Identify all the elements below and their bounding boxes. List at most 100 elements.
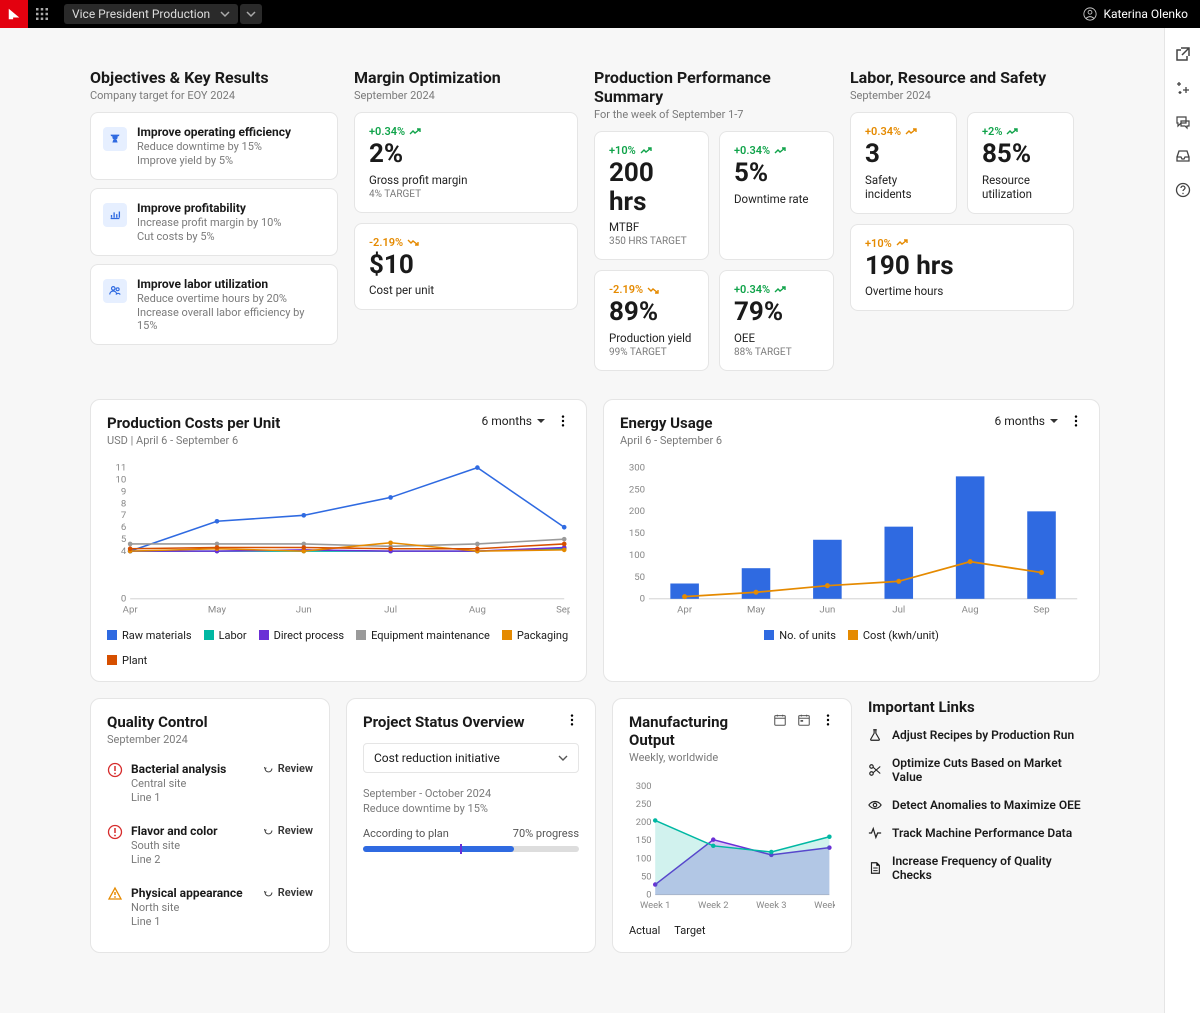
- kpi-target: 99% TARGET: [609, 347, 694, 358]
- qc-item-title: Flavor and color: [131, 824, 255, 838]
- role-label: Vice President Production: [72, 7, 210, 21]
- kpi-value: 5%: [734, 159, 819, 188]
- people-icon: [103, 279, 127, 303]
- costs-chart: 04567891011AprMayJunJulAugSep: [107, 459, 570, 619]
- trend-up-icon: [896, 239, 908, 247]
- kpi-target: 350 HRS TARGET: [609, 236, 694, 247]
- svg-text:Week 4: Week 4: [814, 900, 835, 911]
- okr-card[interactable]: Improve labor utilizationReduce overtime…: [90, 264, 338, 345]
- kpi-card: +0.34% 2% Gross profit margin 4% TARGET: [354, 112, 578, 213]
- energy-range-selector[interactable]: 6 months: [995, 414, 1059, 428]
- warning-icon: [107, 886, 123, 902]
- trend-up-icon: [1006, 128, 1018, 136]
- kpi-label: Resource utilization: [982, 173, 1059, 201]
- more-options-icon[interactable]: [821, 713, 835, 727]
- link-item[interactable]: Detect Anomalies to Maximize OEE: [868, 798, 1088, 812]
- link-label: Track Machine Performance Data: [892, 826, 1072, 840]
- kpi-delta: +0.34%: [369, 125, 563, 138]
- qc-item: Physical appearanceNorth siteLine 1 Revi…: [107, 876, 313, 938]
- energy-sub: April 6 - September 6: [620, 434, 995, 447]
- review-button[interactable]: Review: [263, 762, 313, 775]
- caret-down-icon: [536, 416, 546, 426]
- chevron-down-icon: [558, 753, 568, 763]
- kpi-card: +10% 190 hrs Overtime hours: [850, 224, 1074, 312]
- app-launcher-button[interactable]: [28, 0, 56, 28]
- kpi-delta: -2.19%: [609, 283, 694, 296]
- more-options-icon[interactable]: [1069, 414, 1083, 428]
- inbox-icon[interactable]: [1175, 148, 1191, 164]
- svg-text:100: 100: [629, 550, 645, 561]
- calendar-icon[interactable]: [773, 713, 787, 727]
- kpi-value: 200 hrs: [609, 159, 694, 216]
- energy-panel: Energy Usage April 6 - September 6 6 mon…: [603, 399, 1100, 682]
- kpi-card: +0.34% 79% OEE 88% TARGET: [719, 270, 834, 371]
- svg-text:Week 3: Week 3: [756, 900, 786, 911]
- kpi-value: 190 hrs: [865, 252, 1059, 281]
- costs-legend: Raw materialsLaborDirect processEquipmen…: [107, 629, 570, 667]
- kpi-card: -2.19% $10 Cost per unit: [354, 223, 578, 311]
- trend-up-icon: [640, 147, 652, 155]
- kpi-label: MTBF: [609, 220, 694, 234]
- role-secondary-button[interactable]: [240, 4, 262, 24]
- okr-item-title: Improve operating efficiency: [137, 125, 291, 139]
- review-button[interactable]: Review: [263, 824, 313, 837]
- perf-sub: For the week of September 1-7: [594, 108, 834, 121]
- help-icon[interactable]: [1175, 182, 1191, 198]
- logo-icon: [7, 7, 21, 21]
- kpi-label: OEE: [734, 331, 819, 345]
- calendar-range-icon[interactable]: [797, 713, 811, 727]
- kpi-card: +2% 85% Resource utilization: [967, 112, 1074, 214]
- qc-title: Quality Control: [107, 713, 313, 731]
- svg-text:Apr: Apr: [123, 604, 139, 615]
- project-select[interactable]: Cost reduction initiative: [363, 743, 579, 773]
- okr-card[interactable]: Improve profitabilityIncrease profit mar…: [90, 188, 338, 256]
- kpi-label: Overtime hours: [865, 284, 1059, 298]
- project-status-panel: Project Status Overview Cost reduction i…: [346, 698, 596, 953]
- okr-card[interactable]: Improve operating efficiencyReduce downt…: [90, 112, 338, 180]
- margin-sub: September 2024: [354, 89, 578, 102]
- qc-item-line: Line 1: [131, 791, 255, 804]
- trend-down-icon: [647, 286, 659, 294]
- margin-title: Margin Optimization: [354, 68, 578, 87]
- svg-text:Jun: Jun: [819, 604, 835, 615]
- link-item[interactable]: Track Machine Performance Data: [868, 826, 1088, 840]
- bottom-row: Quality Control September 2024 Bacterial…: [90, 698, 1100, 953]
- legend-item: Packaging: [502, 629, 568, 642]
- error-icon: [107, 824, 123, 840]
- okr-item-line: Increase overall labor efficiency by 15%: [137, 306, 325, 332]
- okr-item-title: Improve profitability: [137, 201, 281, 215]
- kpi-delta: +10%: [865, 237, 1059, 250]
- costs-range-selector[interactable]: 6 months: [482, 414, 546, 428]
- output-chart: 050100150200250300Week 1Week 2Week 3Week…: [629, 776, 835, 916]
- link-item[interactable]: Adjust Recipes by Production Run: [868, 728, 1088, 742]
- review-button[interactable]: Review: [263, 886, 313, 899]
- svg-text:11: 11: [115, 462, 126, 473]
- svg-text:8: 8: [121, 498, 126, 509]
- link-item[interactable]: Optimize Cuts Based on Market Value: [868, 756, 1088, 784]
- more-options-icon[interactable]: [556, 414, 570, 428]
- chat-icon[interactable]: [1175, 114, 1191, 130]
- app-logo[interactable]: [0, 0, 28, 28]
- qc-item: Bacterial analysisCentral siteLine 1 Rev…: [107, 752, 313, 814]
- legend-item: Labor: [204, 629, 247, 642]
- proj-meta-dates: September - October 2024: [363, 787, 579, 800]
- link-item[interactable]: Increase Frequency of Quality Checks: [868, 854, 1088, 882]
- role-selector[interactable]: Vice President Production: [64, 4, 238, 24]
- more-options-icon[interactable]: [565, 713, 579, 727]
- svg-text:300: 300: [629, 462, 645, 473]
- okr-sub: Company target for EOY 2024: [90, 89, 338, 102]
- kpi-value: 3: [865, 140, 942, 169]
- user-menu[interactable]: Katerina Olenko: [1083, 7, 1188, 21]
- sparkle-icon[interactable]: [1175, 80, 1191, 96]
- svg-text:0: 0: [640, 593, 645, 604]
- external-link-icon[interactable]: [1175, 46, 1191, 62]
- svg-text:50: 50: [641, 871, 652, 882]
- okr-item-line: Increase profit margin by 10%: [137, 216, 281, 229]
- svg-text:May: May: [208, 604, 227, 615]
- kpi-card: +0.34% 5% Downtime rate: [719, 131, 834, 260]
- trophy-icon: [103, 127, 127, 151]
- kpi-card: -2.19% 89% Production yield 99% TARGET: [594, 270, 709, 371]
- margin-section: Margin Optimization September 2024 +0.34…: [354, 68, 578, 371]
- svg-text:50: 50: [634, 572, 645, 583]
- svg-text:5: 5: [121, 534, 127, 545]
